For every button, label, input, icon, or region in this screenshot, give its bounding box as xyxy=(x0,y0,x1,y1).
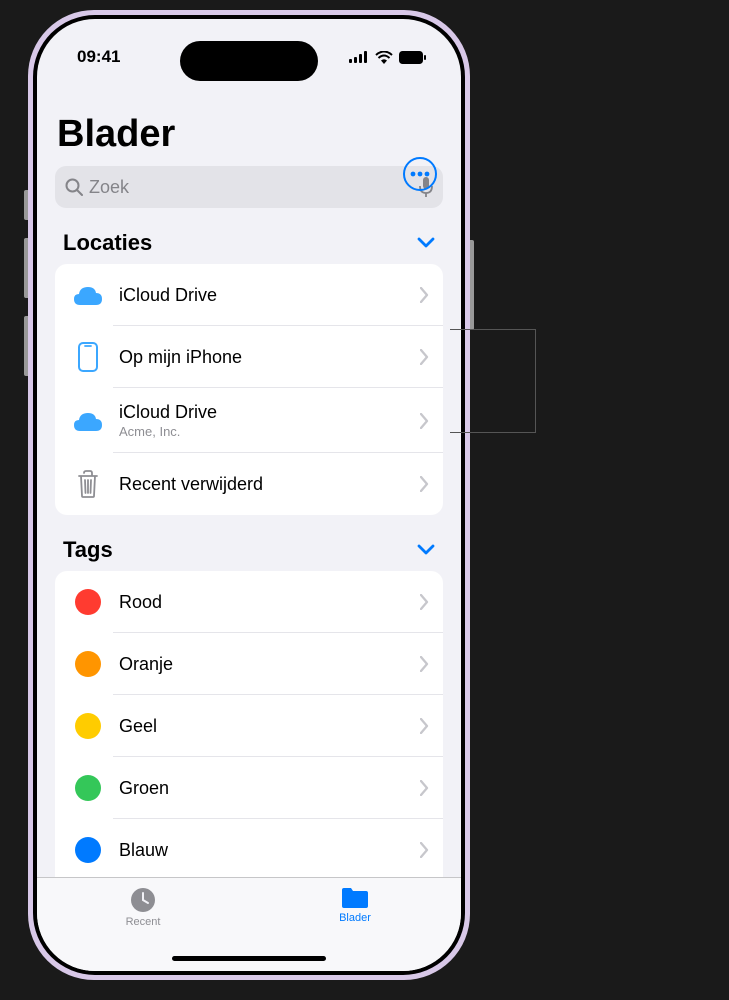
chevron-right-icon xyxy=(420,594,429,610)
chevron-right-icon xyxy=(420,842,429,858)
row-label: Op mijn iPhone xyxy=(119,347,420,368)
tag-blue[interactable]: Blauw xyxy=(55,819,443,877)
section-title-tags: Tags xyxy=(63,537,113,563)
tag-red[interactable]: Rood xyxy=(55,571,443,633)
row-label: Recent verwijderd xyxy=(119,474,420,495)
ellipsis-icon xyxy=(410,171,430,177)
chevron-right-icon xyxy=(420,656,429,672)
row-label: Geel xyxy=(119,716,420,737)
tab-label: Recent xyxy=(126,916,161,928)
search-placeholder: Zoek xyxy=(89,177,419,198)
chevron-right-icon xyxy=(420,349,429,365)
section-header-tags[interactable]: Tags xyxy=(37,515,461,571)
status-time: 09:41 xyxy=(77,47,120,67)
tag-yellow[interactable]: Geel xyxy=(55,695,443,757)
chevron-right-icon xyxy=(420,413,429,429)
section-header-locations[interactable]: Locaties xyxy=(37,208,461,264)
tab-label: Blader xyxy=(339,912,371,924)
chevron-right-icon xyxy=(420,780,429,796)
row-label: Rood xyxy=(119,592,420,613)
row-sublabel: Acme, Inc. xyxy=(119,424,420,439)
more-button[interactable] xyxy=(403,157,437,191)
battery-icon xyxy=(399,51,427,64)
chevron-right-icon xyxy=(420,718,429,734)
locations-list: iCloud Drive Op mijn iPhone xyxy=(55,264,443,515)
location-icloud-drive-acme[interactable]: iCloud Drive Acme, Inc. xyxy=(55,388,443,453)
dynamic-island xyxy=(180,41,318,81)
row-label: iCloud Drive xyxy=(119,402,420,423)
section-title-locations: Locaties xyxy=(63,230,152,256)
callout-line xyxy=(450,329,535,330)
search-icon xyxy=(65,178,83,196)
cloud-icon xyxy=(71,278,105,312)
callout-line xyxy=(535,329,536,433)
status-icons xyxy=(349,51,427,64)
cloud-icon xyxy=(71,404,105,438)
chevron-down-icon xyxy=(417,237,435,249)
tag-green[interactable]: Groen xyxy=(55,757,443,819)
tag-orange[interactable]: Oranje xyxy=(55,633,443,695)
power-button[interactable] xyxy=(470,240,474,330)
tag-dot-icon xyxy=(75,589,101,615)
side-buttons-left xyxy=(24,190,28,376)
home-indicator[interactable] xyxy=(172,956,326,961)
volume-down[interactable] xyxy=(24,316,28,376)
volume-up[interactable] xyxy=(24,238,28,298)
silence-switch[interactable] xyxy=(24,190,28,220)
row-label: Oranje xyxy=(119,654,420,675)
trash-icon xyxy=(71,467,105,501)
cellular-icon xyxy=(349,51,369,63)
tags-list: Rood Oranje Geel Gro xyxy=(55,571,443,877)
scroll-content[interactable]: Blader Zoek Locaties xyxy=(37,77,461,877)
phone-frame: 09:41 xyxy=(28,10,470,980)
row-label: iCloud Drive xyxy=(119,285,420,306)
page-title: Blader xyxy=(37,77,461,166)
location-recently-deleted[interactable]: Recent verwijderd xyxy=(55,453,443,515)
tab-bar: Recent Blader xyxy=(37,877,461,971)
callout-line xyxy=(450,432,535,433)
row-label: Blauw xyxy=(119,840,420,861)
chevron-right-icon xyxy=(420,476,429,492)
tag-dot-icon xyxy=(75,713,101,739)
chevron-down-icon xyxy=(417,544,435,556)
row-label: Groen xyxy=(119,778,420,799)
tag-dot-icon xyxy=(75,775,101,801)
search-bar[interactable]: Zoek xyxy=(55,166,443,208)
chevron-right-icon xyxy=(420,287,429,303)
folder-icon xyxy=(340,886,370,910)
location-icloud-drive[interactable]: iCloud Drive xyxy=(55,264,443,326)
location-on-my-iphone[interactable]: Op mijn iPhone xyxy=(55,326,443,388)
tag-dot-icon xyxy=(75,837,101,863)
wifi-icon xyxy=(375,51,393,64)
iphone-icon xyxy=(71,340,105,374)
tag-dot-icon xyxy=(75,651,101,677)
clock-icon xyxy=(129,886,157,914)
